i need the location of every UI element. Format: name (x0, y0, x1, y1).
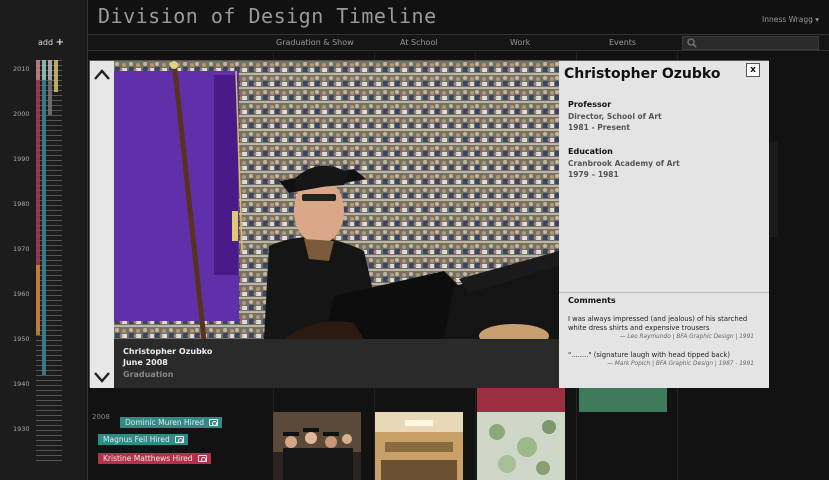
timeline-tick (36, 415, 62, 416)
timeline-tick (36, 440, 62, 441)
year-label: 2008 (92, 413, 110, 421)
event-tag[interactable]: Kristine Matthews Hired (98, 453, 211, 464)
event-tag[interactable]: Magnus Feil Hired (98, 434, 188, 445)
add-button[interactable]: add + (38, 37, 64, 48)
nav-at-school[interactable]: At School (400, 38, 438, 47)
comment-text: I was always impressed (and jealous) of … (568, 315, 748, 332)
year-label-1980[interactable]: 1980 (13, 200, 30, 208)
user-menu[interactable]: Inness Wragg ▾ (762, 15, 819, 24)
nav-events[interactable]: Events (609, 38, 636, 47)
timeline-density-strip (42, 80, 46, 375)
timeline-tick (36, 460, 62, 461)
header: Division of Design Timeline Inness Wragg… (88, 0, 829, 34)
photo-nav (90, 61, 114, 388)
comment-attribution: — Mark Popich | BFA Graphic Design | 198… (607, 361, 754, 367)
timeline-tick (36, 400, 62, 401)
timeline-density-strip (36, 60, 40, 80)
plus-icon: + (55, 37, 64, 48)
site-title: Division of Design Timeline (98, 4, 437, 28)
comment-text: "........" (signature laugh with head ti… (568, 351, 731, 359)
education-heading: Education (568, 147, 613, 156)
year-label-2010[interactable]: 2010 (13, 65, 30, 73)
event-tag-label: Magnus Feil Hired (103, 435, 170, 444)
timeline-tick (36, 445, 62, 446)
timeline-density-strip (48, 80, 52, 115)
timeline-tick (36, 455, 62, 456)
event-tag[interactable]: Dominic Muren Hired (120, 417, 223, 428)
year-label-1960[interactable]: 1960 (13, 290, 30, 298)
timeline-tick (36, 345, 62, 346)
add-label: add (38, 38, 54, 47)
timeline-tick (36, 420, 62, 421)
event-photo (114, 61, 559, 339)
timeline-tick (36, 370, 62, 371)
search-input[interactable] (682, 36, 819, 50)
caption-category: Graduation (123, 370, 174, 379)
education-dates: 1979 – 1981 (568, 170, 619, 179)
timeline-tick (36, 410, 62, 411)
timeline-tick (36, 360, 62, 361)
work-photo-thumb[interactable] (477, 412, 565, 480)
timeline-sidebar: add + 2010 2000 1990 1980 1970 1960 1950 1940 19… (0, 0, 88, 480)
year-label-2000[interactable]: 2000 (13, 110, 30, 118)
camera-icon (197, 455, 207, 462)
main-nav: Graduation & Show At School Work Events (88, 34, 829, 51)
camera-icon (174, 436, 184, 443)
person-detail-modal: Christopher Ozubko June 2008 Graduation … (89, 60, 769, 388)
education-school: Cranbrook Academy of Art (568, 159, 680, 168)
nav-graduation-show[interactable]: Graduation & Show (276, 38, 354, 47)
year-label-1970[interactable]: 1970 (13, 245, 30, 253)
timeline-tick (36, 450, 62, 451)
year-label-1990[interactable]: 1990 (13, 155, 30, 163)
year-label-1930[interactable]: 1930 (13, 425, 30, 433)
timeline-tick (36, 355, 62, 356)
photo-caption: Christopher Ozubko June 2008 Graduation (114, 339, 559, 388)
timeline-tick (36, 365, 62, 366)
person-info-panel: Christopher Ozubko x Professor Director,… (559, 61, 769, 388)
timeline-tick (36, 390, 62, 391)
camera-icon (209, 419, 219, 426)
person-name: Christopher Ozubko (564, 66, 721, 82)
divider (559, 292, 769, 293)
timeline-tick (36, 385, 62, 386)
search-icon (687, 38, 697, 48)
comments-heading: Comments (568, 296, 616, 305)
timeline-tick (36, 405, 62, 406)
timeline-density-strip (42, 60, 46, 80)
timeline-tick (36, 340, 62, 341)
comment-attribution: — Leo Raymundo | BFA Graphic Design | 19… (619, 334, 754, 340)
year-label-1940[interactable]: 1940 (13, 380, 30, 388)
chevron-up-icon[interactable] (92, 65, 112, 85)
timeline-tick (36, 375, 62, 376)
timeline-tick (36, 425, 62, 426)
school-photo-thumb[interactable] (375, 412, 463, 480)
timeline-tick (36, 380, 62, 381)
graduation-photo-thumb[interactable] (273, 412, 361, 480)
timeline-tick (36, 395, 62, 396)
role-dates: 1981 - Present (568, 123, 630, 132)
role-title: Director, School of Art (568, 112, 662, 121)
close-button[interactable]: x (746, 63, 760, 77)
timeline-tick (36, 335, 62, 336)
timeline-tick (36, 435, 62, 436)
role-heading: Professor (568, 100, 612, 109)
timeline-tick (36, 350, 62, 351)
event-tag-label: Kristine Matthews Hired (103, 454, 193, 463)
caption-person-name: Christopher Ozubko (123, 347, 213, 356)
chevron-down-icon[interactable] (92, 367, 112, 387)
timeline-density-strip (48, 60, 52, 80)
timeline-density-strip (54, 60, 58, 92)
nav-work[interactable]: Work (510, 38, 530, 47)
caption-date: June 2008 (123, 358, 168, 367)
timeline-scrubber[interactable] (36, 60, 62, 465)
app-root: add + 2010 2000 1990 1980 1970 1960 1950 1940 19… (0, 0, 829, 480)
timeline-density-strip (36, 265, 40, 335)
event-tag-label: Dominic Muren Hired (125, 418, 205, 427)
year-label-1950[interactable]: 1950 (13, 335, 30, 343)
timeline-tick (36, 430, 62, 431)
